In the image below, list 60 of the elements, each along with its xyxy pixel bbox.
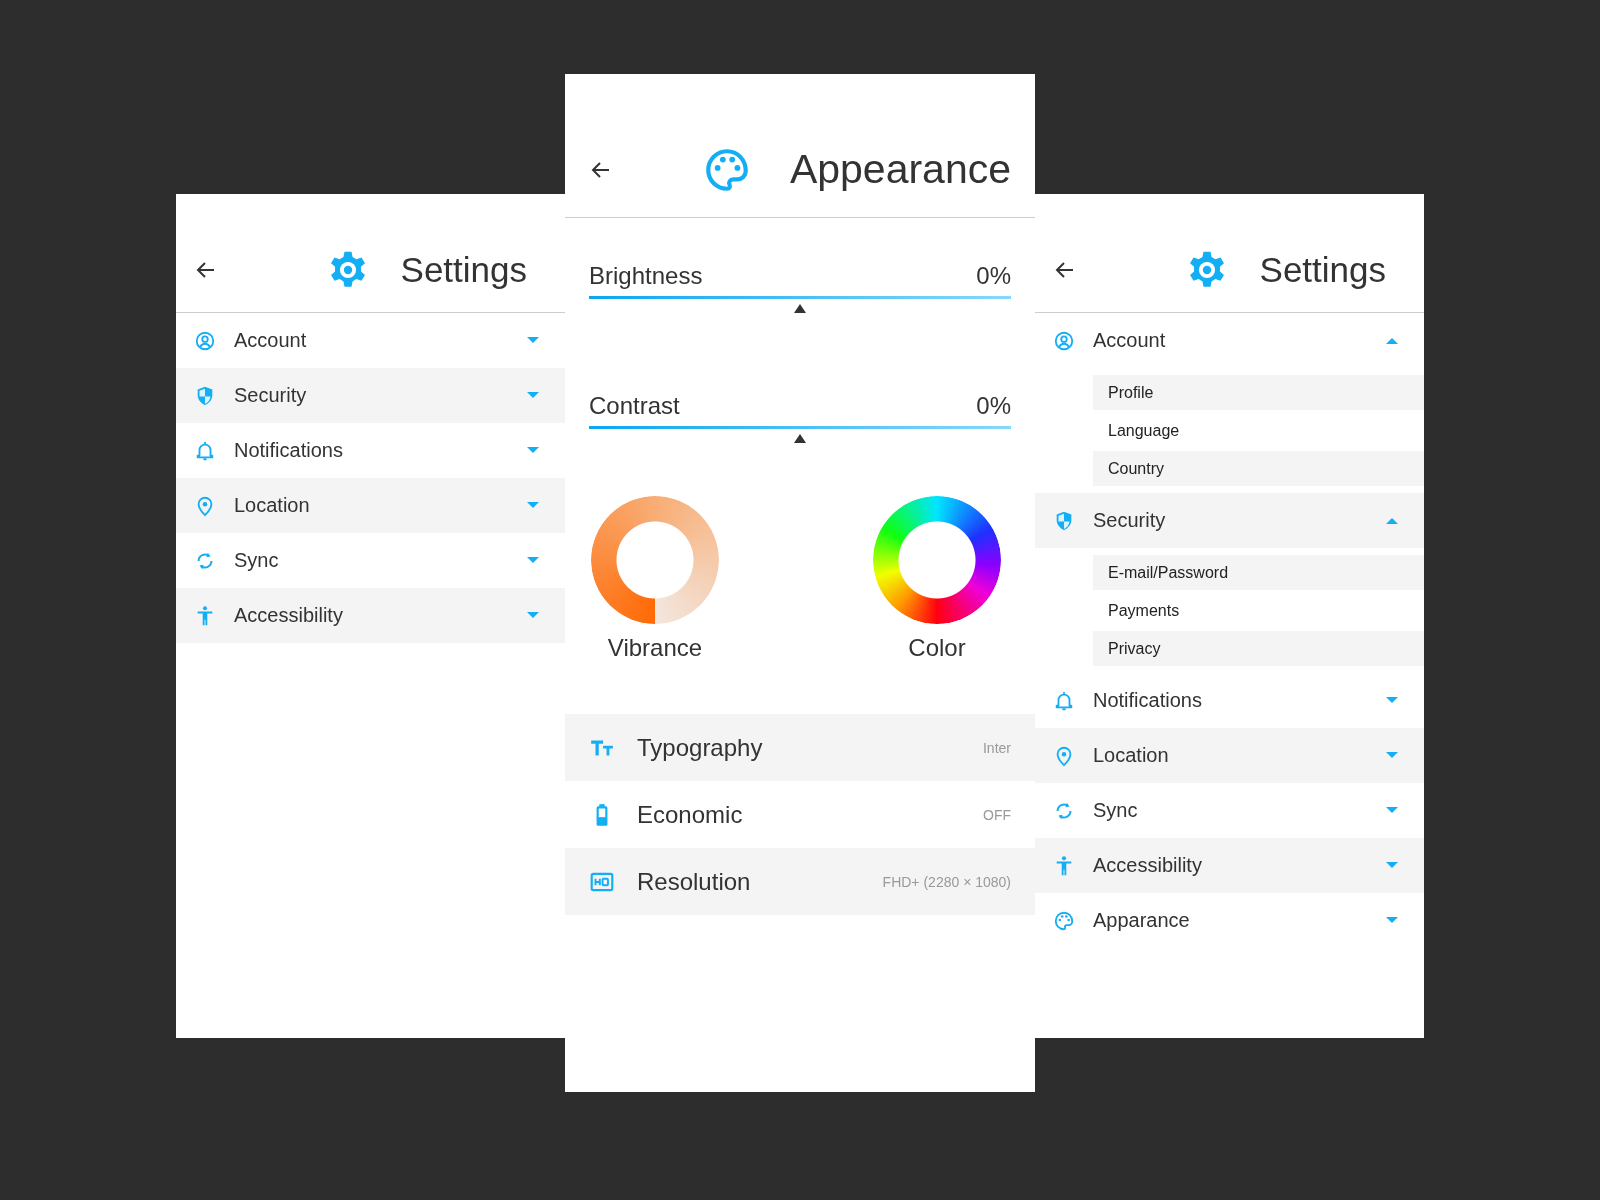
option-row[interactable]: Typography Inter <box>565 714 1035 781</box>
caret-icon[interactable] <box>527 502 539 509</box>
caret-icon[interactable] <box>527 557 539 564</box>
panel-title: Settings <box>400 250 527 290</box>
user-circle-icon <box>1053 329 1075 352</box>
caret-icon[interactable] <box>527 392 539 399</box>
option-label: Typography <box>637 733 764 762</box>
settings-item[interactable]: Location <box>1035 728 1424 783</box>
settings-item[interactable]: Sync <box>1035 783 1424 838</box>
settings-item[interactable]: Accessibility <box>1035 838 1424 893</box>
caret-icon[interactable] <box>1386 862 1398 869</box>
settings-item[interactable]: Apparance <box>1035 893 1424 948</box>
settings-item[interactable]: Accessibility <box>176 588 565 643</box>
settings-item[interactable]: Notifications <box>1035 673 1424 728</box>
back-arrow-icon[interactable] <box>591 160 611 179</box>
option-label: Economic <box>637 800 744 829</box>
settings-item[interactable]: Security <box>176 368 565 423</box>
slider-label: Contrast <box>589 392 680 420</box>
option-value: OFF <box>983 806 1011 823</box>
submenu-item[interactable]: Privacy <box>1093 631 1424 666</box>
panel-title: Settings <box>1259 250 1386 290</box>
caret-icon[interactable] <box>527 612 539 619</box>
settings-item[interactable]: Account <box>176 313 565 368</box>
bell-icon <box>1053 689 1075 712</box>
palette-icon <box>1053 909 1075 932</box>
settings-item[interactable]: Account <box>1035 313 1424 368</box>
settings-item[interactable]: Sync <box>176 533 565 588</box>
user-circle-icon <box>194 329 216 352</box>
slider-reading: 0% <box>976 392 1011 420</box>
back-arrow-icon[interactable] <box>1055 261 1075 279</box>
caret-icon[interactable] <box>1386 807 1398 814</box>
submenu-item[interactable]: E-mail/Password <box>1093 555 1424 590</box>
settings-item[interactable]: Location <box>176 478 565 533</box>
caret-icon[interactable] <box>1386 917 1398 924</box>
option-value: Inter <box>983 739 1011 756</box>
caret-icon[interactable] <box>527 447 539 454</box>
slider-label: Brightness <box>589 262 703 290</box>
bell-icon <box>194 439 216 462</box>
option-row[interactable]: Resolution FHD+ (2280 × 1080) <box>565 848 1035 915</box>
submenu-item[interactable]: Country <box>1093 451 1424 486</box>
slider-thumb[interactable] <box>794 434 806 443</box>
caret-icon[interactable] <box>527 337 539 344</box>
back-arrow-icon[interactable] <box>196 261 216 279</box>
caret-icon[interactable] <box>1386 697 1398 704</box>
submenu-item[interactable]: Payments <box>1093 593 1424 628</box>
submenu-item[interactable]: Profile <box>1093 375 1424 410</box>
caret-icon[interactable] <box>1386 337 1398 344</box>
slider-thumb[interactable] <box>794 304 806 313</box>
submenu-item[interactable]: Language <box>1093 413 1424 448</box>
settings-item[interactable]: Notifications <box>176 423 565 478</box>
caret-icon[interactable] <box>1386 752 1398 759</box>
slider-reading: 0% <box>976 262 1011 290</box>
dial-label: Color <box>908 634 966 662</box>
option-value: FHD+ (2280 × 1080) <box>882 873 1011 890</box>
settings-item[interactable]: Security <box>1035 493 1424 548</box>
option-row[interactable]: Economic OFF <box>565 781 1035 848</box>
dial-label: Vibrance <box>607 634 703 662</box>
option-label: Resolution <box>637 867 752 896</box>
panel-title: Appearance <box>789 146 1011 193</box>
caret-icon[interactable] <box>1386 517 1398 524</box>
